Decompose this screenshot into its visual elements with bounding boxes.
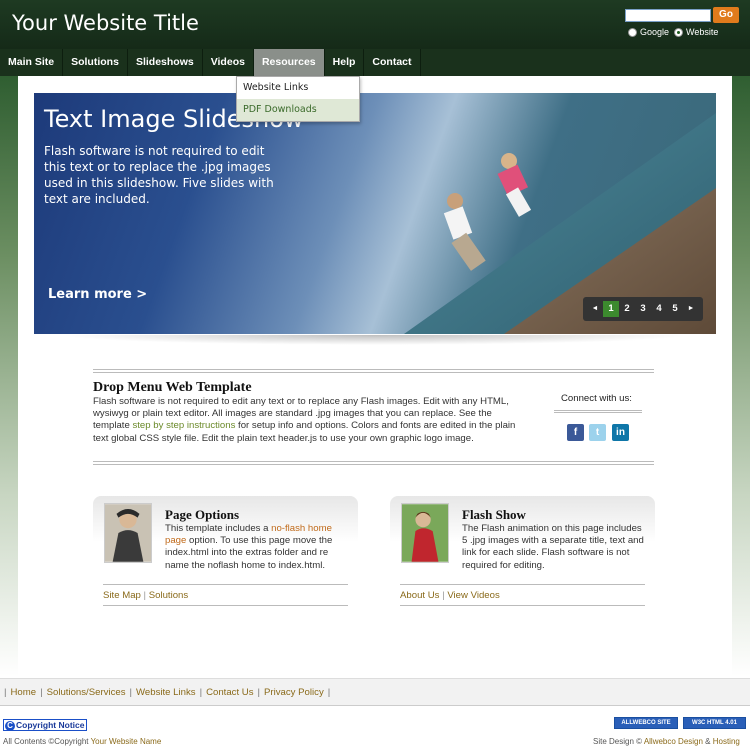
solutions-link[interactable]: Solutions xyxy=(149,590,188,601)
view-videos-link[interactable]: View Videos xyxy=(447,590,499,601)
footer-privacy-link[interactable]: Privacy Policy xyxy=(264,687,324,698)
footer-home-link[interactable]: Home xyxy=(11,687,37,698)
flash-show-links: About Us | View Videos xyxy=(400,584,645,606)
page-options-text-after: option. To use this page move the index.… xyxy=(165,535,333,571)
main-nav: Main Site Solutions Slideshows Videos Re… xyxy=(0,49,750,76)
page-options-box: Page Options This template includes a no… xyxy=(93,496,358,611)
allwebco-badge[interactable]: ALLWEBCO SITE xyxy=(614,717,678,729)
nav-solutions[interactable]: Solutions xyxy=(63,49,128,76)
slide-page-5[interactable]: 5 xyxy=(667,301,683,317)
all-contents-prefix: All Contents ©Copyright xyxy=(3,737,91,746)
radio-website-option[interactable]: Website xyxy=(674,27,718,37)
divider-bottom xyxy=(93,461,654,465)
radio-website-label: Website xyxy=(686,27,719,37)
flash-show-photo xyxy=(401,503,449,563)
dropdown-pdf-downloads[interactable]: PDF Downloads xyxy=(237,99,359,121)
slide-page-3[interactable]: 3 xyxy=(635,301,651,317)
footer-solutions-link[interactable]: Solutions/Services xyxy=(47,687,126,698)
linkedin-icon[interactable]: in xyxy=(612,424,629,441)
slide-page-2[interactable]: 2 xyxy=(619,301,635,317)
twitter-icon[interactable]: t xyxy=(589,424,606,441)
copyright-icon: C xyxy=(5,721,15,731)
footer-separator: | xyxy=(129,687,133,698)
page-options-text: This template includes a no-flash home p… xyxy=(165,523,350,572)
site-map-link[interactable]: Site Map xyxy=(103,590,141,601)
slide-text: Flash software is not required to edit t… xyxy=(44,144,274,206)
footer-contact-link[interactable]: Contact Us xyxy=(206,687,253,698)
step-by-step-link[interactable]: step by step instructions xyxy=(132,420,235,431)
copyright-notice-button[interactable]: C Copyright Notice xyxy=(3,719,88,731)
footer-website-links-link[interactable]: Website Links xyxy=(136,687,196,698)
nav-videos[interactable]: Videos xyxy=(203,49,254,76)
page-options-text-before: This template includes a xyxy=(165,523,272,534)
radio-google-option[interactable]: Google xyxy=(628,27,669,37)
divider-top xyxy=(93,369,654,373)
link-separator: | xyxy=(143,590,147,601)
page-options-links: Site Map | Solutions xyxy=(103,584,348,606)
flash-show-box: Flash Show The Flash animation on this p… xyxy=(390,496,655,611)
footer-nav: | Home | Solutions/Services | Website Links | C… xyxy=(0,678,750,706)
site-header: Your Website Title Go Google Website xyxy=(0,0,750,49)
site-design-amp: & xyxy=(702,737,713,746)
slide-next-icon[interactable]: ► xyxy=(683,301,699,317)
link-separator: | xyxy=(442,590,445,601)
dropdown-website-links[interactable]: Website Links xyxy=(237,77,359,99)
site-design-text: Site Design © Allwebco Design & Hosting xyxy=(593,737,740,746)
nav-main-site[interactable]: Main Site xyxy=(0,49,64,76)
footer-separator: | xyxy=(40,687,43,698)
go-button[interactable]: Go xyxy=(713,7,739,23)
w3c-badge[interactable]: W3C HTML 4.01 xyxy=(683,717,746,729)
connect-label: Connect with us: xyxy=(561,393,632,404)
search-input[interactable] xyxy=(625,9,711,22)
slide-page-4[interactable]: 4 xyxy=(651,301,667,317)
facebook-icon[interactable]: f xyxy=(567,424,584,441)
about-us-link[interactable]: About Us xyxy=(400,590,439,601)
resources-dropdown: Website Links PDF Downloads xyxy=(236,76,360,122)
hosting-link[interactable]: Hosting xyxy=(713,737,740,746)
left-side-texture xyxy=(0,76,18,676)
connect-divider xyxy=(554,410,642,413)
nav-contact[interactable]: Contact xyxy=(364,49,421,76)
nav-help[interactable]: Help xyxy=(325,49,365,76)
nav-resources[interactable]: Resources xyxy=(253,49,325,76)
slideshow[interactable]: Text Image Slideshow Flash software is n… xyxy=(34,93,716,334)
flash-show-text: The Flash animation on this page include… xyxy=(462,523,644,571)
footer-separator: | xyxy=(199,687,203,698)
all-contents-text: All Contents ©Copyright Your Website Nam… xyxy=(3,737,161,746)
right-side-texture xyxy=(732,76,750,676)
feature-text: Flash software is not required to edit a… xyxy=(93,396,527,445)
radio-google-label: Google xyxy=(640,27,670,37)
slide-prev-icon[interactable]: ◄ xyxy=(587,301,603,317)
flash-show-title: Flash Show xyxy=(462,507,526,522)
page-options-title: Page Options xyxy=(165,507,240,522)
slideshow-shadow xyxy=(60,335,690,345)
slide-controls: ◄ 1 2 3 4 5 ► xyxy=(583,297,703,321)
footer-separator: | xyxy=(257,687,261,698)
site-design-prefix: Site Design © xyxy=(593,737,644,746)
slide-page-1[interactable]: 1 xyxy=(603,301,619,317)
nav-slideshows[interactable]: Slideshows xyxy=(128,49,203,76)
learn-more-link[interactable]: Learn more > xyxy=(48,287,147,302)
allwebco-design-link[interactable]: Allwebco Design xyxy=(644,737,703,746)
radio-website-icon[interactable] xyxy=(674,27,683,37)
site-title[interactable]: Your Website Title xyxy=(12,11,199,35)
footer-separator: | xyxy=(4,687,7,698)
website-name-link[interactable]: Your Website Name xyxy=(91,737,162,746)
footer-separator: | xyxy=(327,687,331,698)
feature-heading: Drop Menu Web Template xyxy=(93,380,252,395)
page-options-photo xyxy=(104,503,152,563)
radio-google-icon[interactable] xyxy=(628,27,637,37)
copyright-notice-label: Copyright Notice xyxy=(16,720,85,730)
